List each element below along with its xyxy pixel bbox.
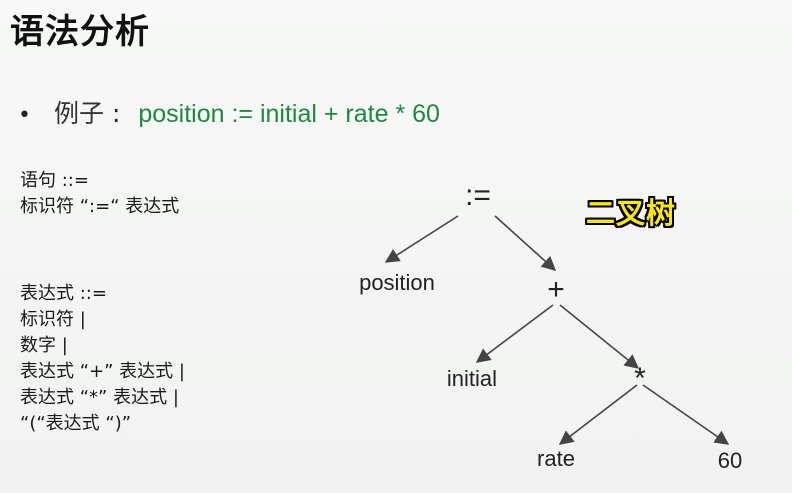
tree-node-plus: + <box>547 273 565 306</box>
syntax-tree: := position + initial * rate 60 <box>359 179 742 473</box>
tree-node-times: * <box>634 362 646 395</box>
edge-plus-times <box>559 304 640 369</box>
edge-root-position <box>384 215 459 263</box>
tree-node-assign: := <box>465 179 491 212</box>
edge-plus-initial <box>475 304 554 363</box>
edge-times-rate <box>558 384 638 445</box>
tree-node-rate: rate <box>537 446 575 471</box>
tree-node-initial: initial <box>447 366 497 391</box>
edge-times-sixty <box>642 384 730 445</box>
edge-root-plus <box>494 215 557 271</box>
slide: 语法分析 • 例子 : position := initial + rate * … <box>0 0 792 493</box>
tree-node-sixty: 60 <box>718 448 742 473</box>
binary-tree-badge: 二叉树 <box>586 196 677 230</box>
tree-node-position: position <box>359 270 435 295</box>
